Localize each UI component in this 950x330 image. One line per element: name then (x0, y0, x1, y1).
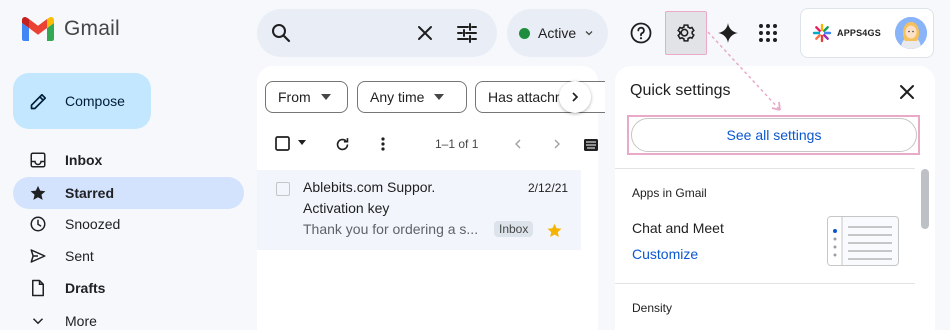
pagination-text: 1–1 of 1 (435, 137, 479, 151)
chat-meet-label: Chat and Meet (632, 220, 724, 236)
sidebar-item-sent[interactable]: Sent (13, 240, 244, 272)
email-row[interactable]: Ablebits.com Suppor. 2/12/21 Activation … (257, 170, 581, 250)
email-sender: Ablebits.com Suppor. (303, 179, 436, 195)
sidebar-item-label: Inbox (65, 152, 103, 168)
see-all-settings-label: See all settings (726, 127, 822, 143)
quick-settings-scrollbar[interactable] (921, 169, 929, 229)
search-bar[interactable] (257, 9, 497, 57)
sidebar-item-inbox[interactable]: Inbox (13, 144, 244, 176)
mail-list-panel: From Any time Has attachment 1–1 of 1 Ab… (257, 66, 605, 330)
divider (615, 168, 915, 169)
send-icon (30, 249, 46, 263)
email-snippet: Thank you for ordering a s... (303, 221, 479, 237)
previous-page-icon[interactable] (510, 136, 526, 152)
chevron-right-icon (572, 92, 579, 102)
compose-button[interactable]: Compose (13, 73, 151, 129)
clear-search-icon[interactable] (413, 21, 437, 45)
status-dropdown[interactable]: Active (507, 9, 608, 57)
star-icon (30, 185, 46, 200)
select-dropdown-icon[interactable] (297, 140, 307, 146)
more-options-icon[interactable] (375, 136, 391, 152)
pencil-icon (30, 93, 47, 110)
compose-label: Compose (65, 93, 125, 109)
keyboard-icon[interactable] (584, 139, 598, 151)
chat-layout-thumbnail (827, 216, 899, 266)
dropdown-arrow-icon (434, 94, 445, 100)
refresh-icon[interactable] (334, 136, 351, 153)
app-name: Gmail (64, 17, 120, 40)
gmail-m-icon (22, 17, 54, 41)
search-options-icon[interactable] (455, 21, 479, 45)
chevron-down-icon (585, 31, 593, 36)
gear-icon (677, 24, 695, 42)
divider (615, 283, 915, 284)
sidebar-item-label: Snoozed (65, 216, 121, 232)
chevron-down-icon (32, 318, 44, 325)
dropdown-arrow-icon (320, 94, 331, 100)
next-page-icon[interactable] (549, 136, 565, 152)
star-icon[interactable] (546, 222, 563, 239)
customize-link[interactable]: Customize (632, 246, 698, 262)
sidebar-item-label: Drafts (65, 280, 106, 296)
inbox-label-badge[interactable]: Inbox (494, 221, 534, 237)
active-status-dot (519, 27, 530, 39)
sidebar-item-label: Starred (65, 185, 115, 201)
sidebar-item-starred[interactable]: Starred (13, 177, 244, 209)
sidebar-item-snoozed[interactable]: Snoozed (13, 208, 244, 240)
filter-label: Any time (370, 89, 425, 105)
apps4gs-logo-icon (812, 23, 832, 43)
sidebar-item-drafts[interactable]: Drafts (13, 272, 244, 304)
filter-from-chip[interactable]: From (265, 81, 348, 113)
sidebar-item-label: More (65, 313, 97, 329)
select-all-checkbox[interactable] (275, 136, 291, 152)
inbox-icon (30, 152, 46, 168)
filters-scroll-right-button[interactable] (559, 81, 591, 113)
sidebar-item-label: Sent (65, 248, 94, 264)
clock-icon (30, 216, 46, 232)
filter-time-chip[interactable]: Any time (357, 81, 467, 113)
search-icon[interactable] (269, 21, 293, 45)
email-subject: Activation key (303, 200, 390, 216)
pointer-arrow-annotation (707, 31, 781, 111)
help-icon[interactable] (629, 21, 653, 45)
status-label: Active (538, 25, 577, 41)
email-date: 2/12/21 (528, 181, 569, 195)
gmail-logo[interactable]: Gmail (22, 17, 120, 41)
see-all-settings-button[interactable]: See all settings (631, 118, 917, 152)
account-label: APPS4GS (837, 28, 881, 38)
email-select-checkbox[interactable] (276, 182, 290, 196)
account-switcher[interactable]: APPS4GS (800, 8, 934, 58)
sidebar-item-more[interactable]: More (13, 305, 244, 330)
avatar[interactable] (895, 17, 927, 49)
apps-section-title: Apps in Gmail (632, 186, 707, 200)
filter-label: From (278, 89, 311, 105)
density-section-title: Density (632, 301, 673, 315)
close-icon[interactable] (899, 84, 915, 100)
draft-icon (32, 279, 44, 297)
